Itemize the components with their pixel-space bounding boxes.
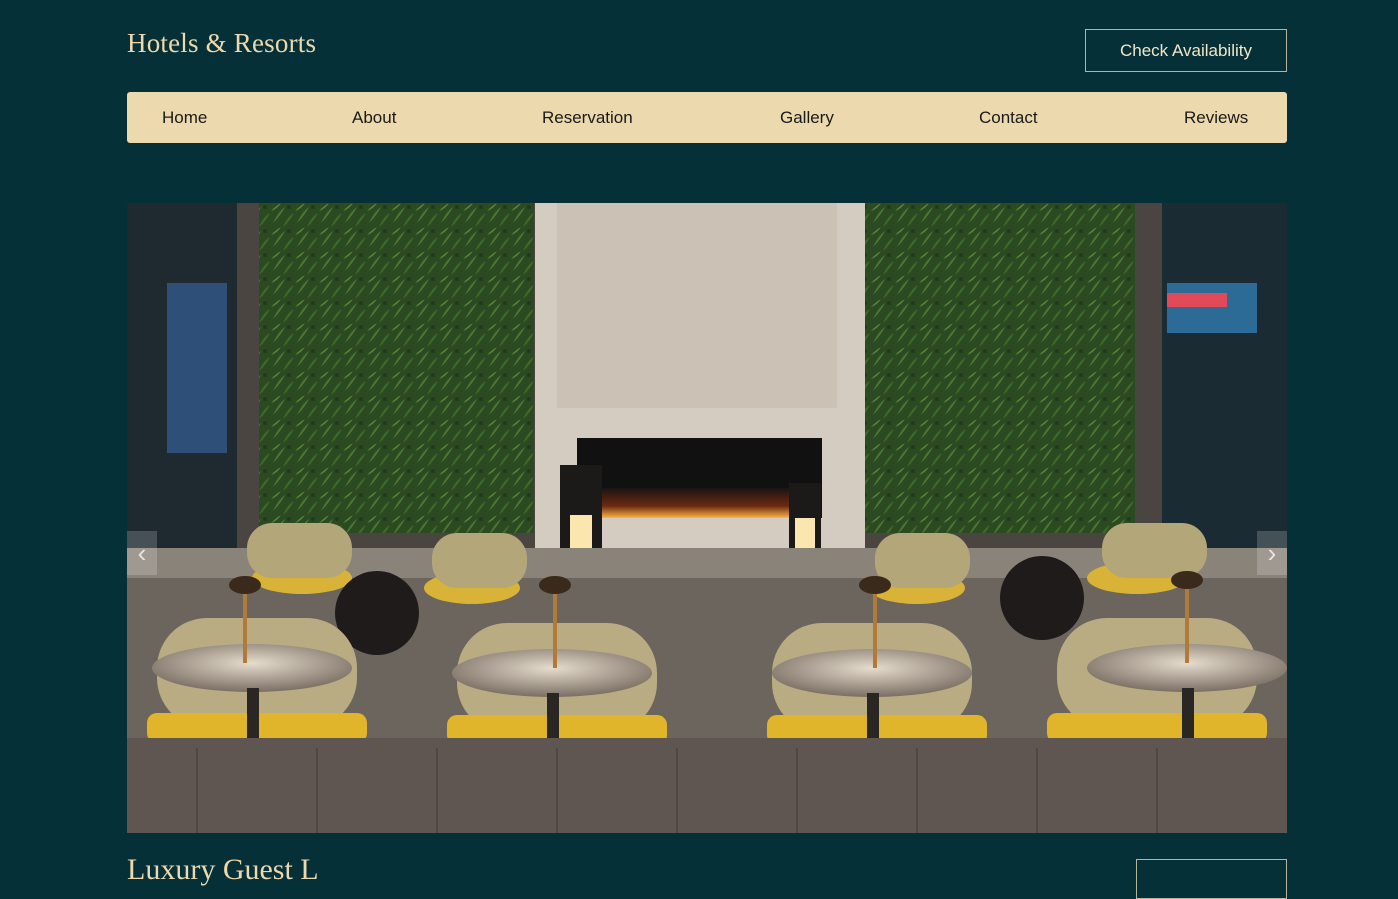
nav-gallery[interactable]: Gallery <box>780 92 834 143</box>
main-navigation: Home About Reservation Gallery Contact R… <box>127 92 1287 143</box>
chevron-left-icon: ‹ <box>137 537 147 568</box>
check-availability-button[interactable]: Check Availability <box>1085 29 1287 72</box>
section-heading: Luxury Guest L <box>127 853 319 886</box>
nav-reservation[interactable]: Reservation <box>542 92 633 143</box>
hero-image <box>127 203 1287 833</box>
hero-carousel: ‹ › <box>127 203 1287 833</box>
carousel-prev-button[interactable]: ‹ <box>127 531 157 575</box>
section-button[interactable] <box>1136 859 1287 899</box>
carousel-next-button[interactable]: › <box>1257 531 1287 575</box>
nav-contact[interactable]: Contact <box>979 92 1038 143</box>
nav-about[interactable]: About <box>352 92 396 143</box>
nav-home[interactable]: Home <box>162 92 207 143</box>
chevron-right-icon: › <box>1267 537 1277 568</box>
nav-reviews[interactable]: Reviews <box>1184 92 1248 143</box>
site-logo[interactable]: Hotels & Resorts <box>127 28 316 59</box>
